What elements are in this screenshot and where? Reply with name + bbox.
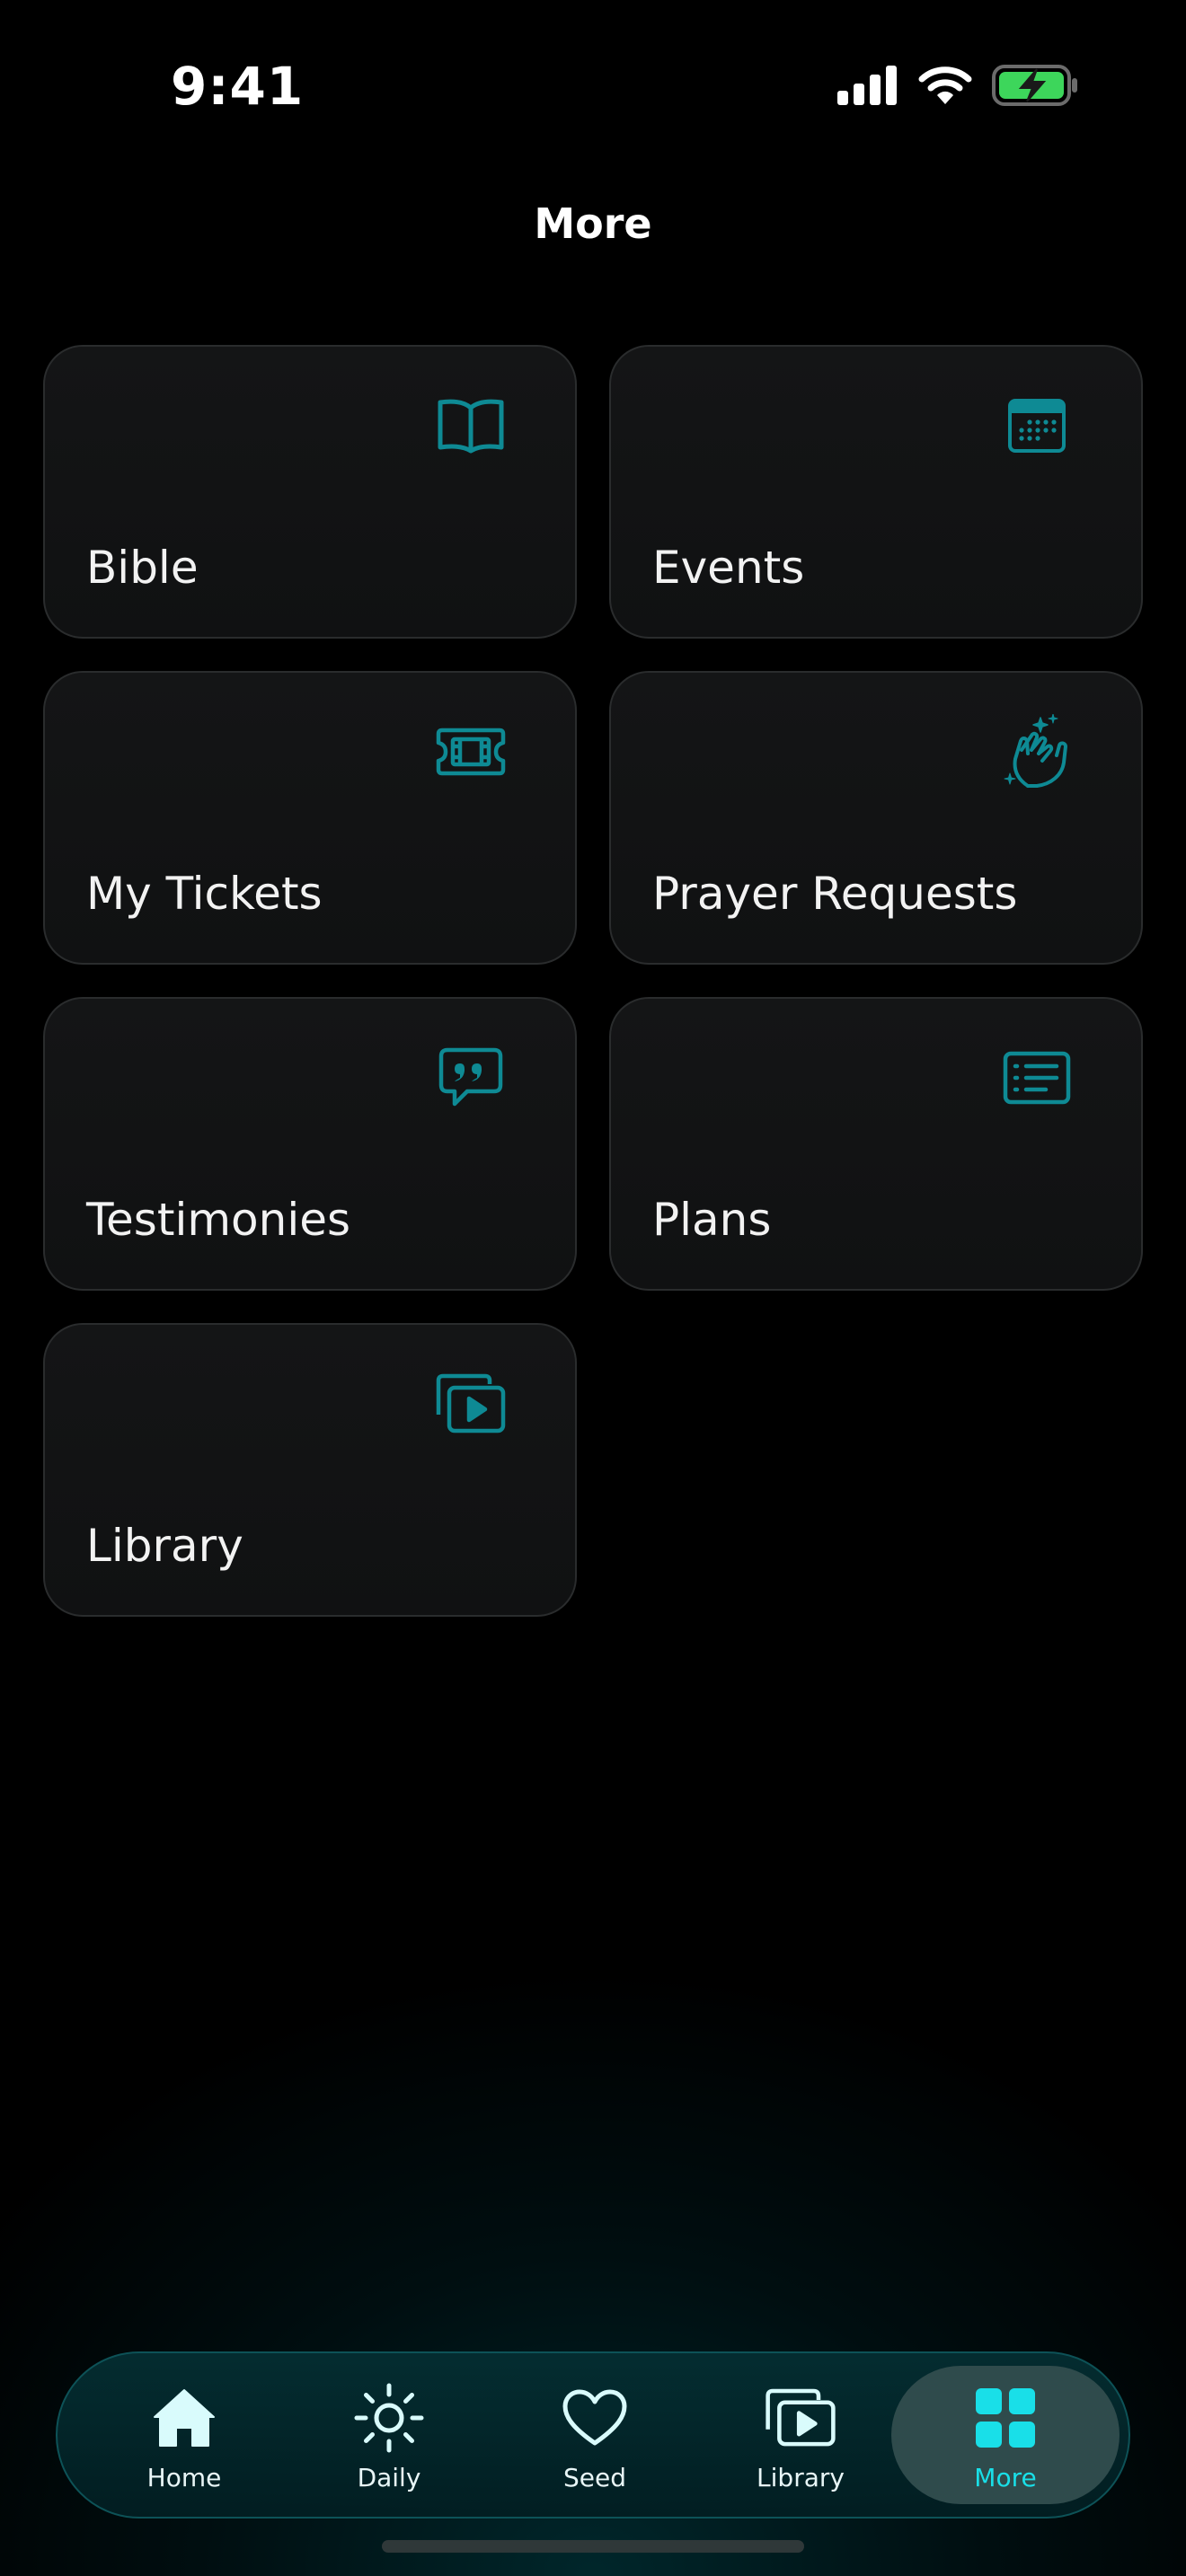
tab-label: More: [974, 2463, 1037, 2492]
status-time: 9:41: [171, 56, 305, 117]
wifi-icon: [918, 65, 972, 110]
card-label: Testimonies: [86, 1194, 351, 1246]
tab-label: Daily: [357, 2463, 421, 2492]
home-indicator: [382, 2540, 804, 2553]
home-icon: [148, 2382, 220, 2454]
tab-label: Home: [146, 2463, 222, 2492]
card-label: Library: [86, 1520, 243, 1572]
card-label: My Tickets: [86, 868, 323, 920]
card-events[interactable]: Events: [609, 345, 1143, 639]
card-library[interactable]: Library: [43, 1323, 577, 1617]
media-library-icon: [435, 1368, 507, 1440]
card-label: Bible: [86, 542, 199, 594]
card-my-tickets[interactable]: My Tickets: [43, 671, 577, 965]
page-title: More: [534, 199, 652, 248]
sun-icon: [353, 2382, 425, 2454]
book-icon: [435, 390, 507, 462]
calendar-icon: [1001, 390, 1073, 462]
tab-seed[interactable]: Seed: [491, 2366, 698, 2504]
more-grid: Bible Events My Tickets Prayer Requests …: [43, 345, 1143, 1617]
heart-icon: [559, 2382, 631, 2454]
tab-bar: Home Daily Seed Library More: [56, 2351, 1130, 2519]
card-label: Plans: [652, 1194, 772, 1246]
tab-more[interactable]: More: [891, 2366, 1120, 2504]
tab-label: Seed: [563, 2463, 626, 2492]
grid-icon: [969, 2382, 1041, 2454]
media-library-icon: [765, 2382, 836, 2454]
tab-library[interactable]: Library: [697, 2366, 904, 2504]
tab-home[interactable]: Home: [81, 2366, 288, 2504]
card-testimonies[interactable]: Testimonies: [43, 997, 577, 1291]
status-icons: [837, 63, 1078, 111]
signal-icon: [837, 66, 898, 109]
list-icon: [1001, 1042, 1073, 1114]
praying-hands-icon: [1001, 714, 1073, 788]
tab-daily[interactable]: Daily: [286, 2366, 492, 2504]
card-bible[interactable]: Bible: [43, 345, 577, 639]
card-prayer-requests[interactable]: Prayer Requests: [609, 671, 1143, 965]
quote-bubble-icon: [435, 1042, 507, 1114]
tab-label: Library: [757, 2463, 845, 2492]
battery-charging-icon: [992, 64, 1078, 110]
card-plans[interactable]: Plans: [609, 997, 1143, 1291]
ticket-icon: [435, 716, 507, 788]
card-label: Events: [652, 542, 805, 594]
card-label: Prayer Requests: [652, 868, 1018, 920]
status-bar: 9:41: [0, 0, 1186, 171]
